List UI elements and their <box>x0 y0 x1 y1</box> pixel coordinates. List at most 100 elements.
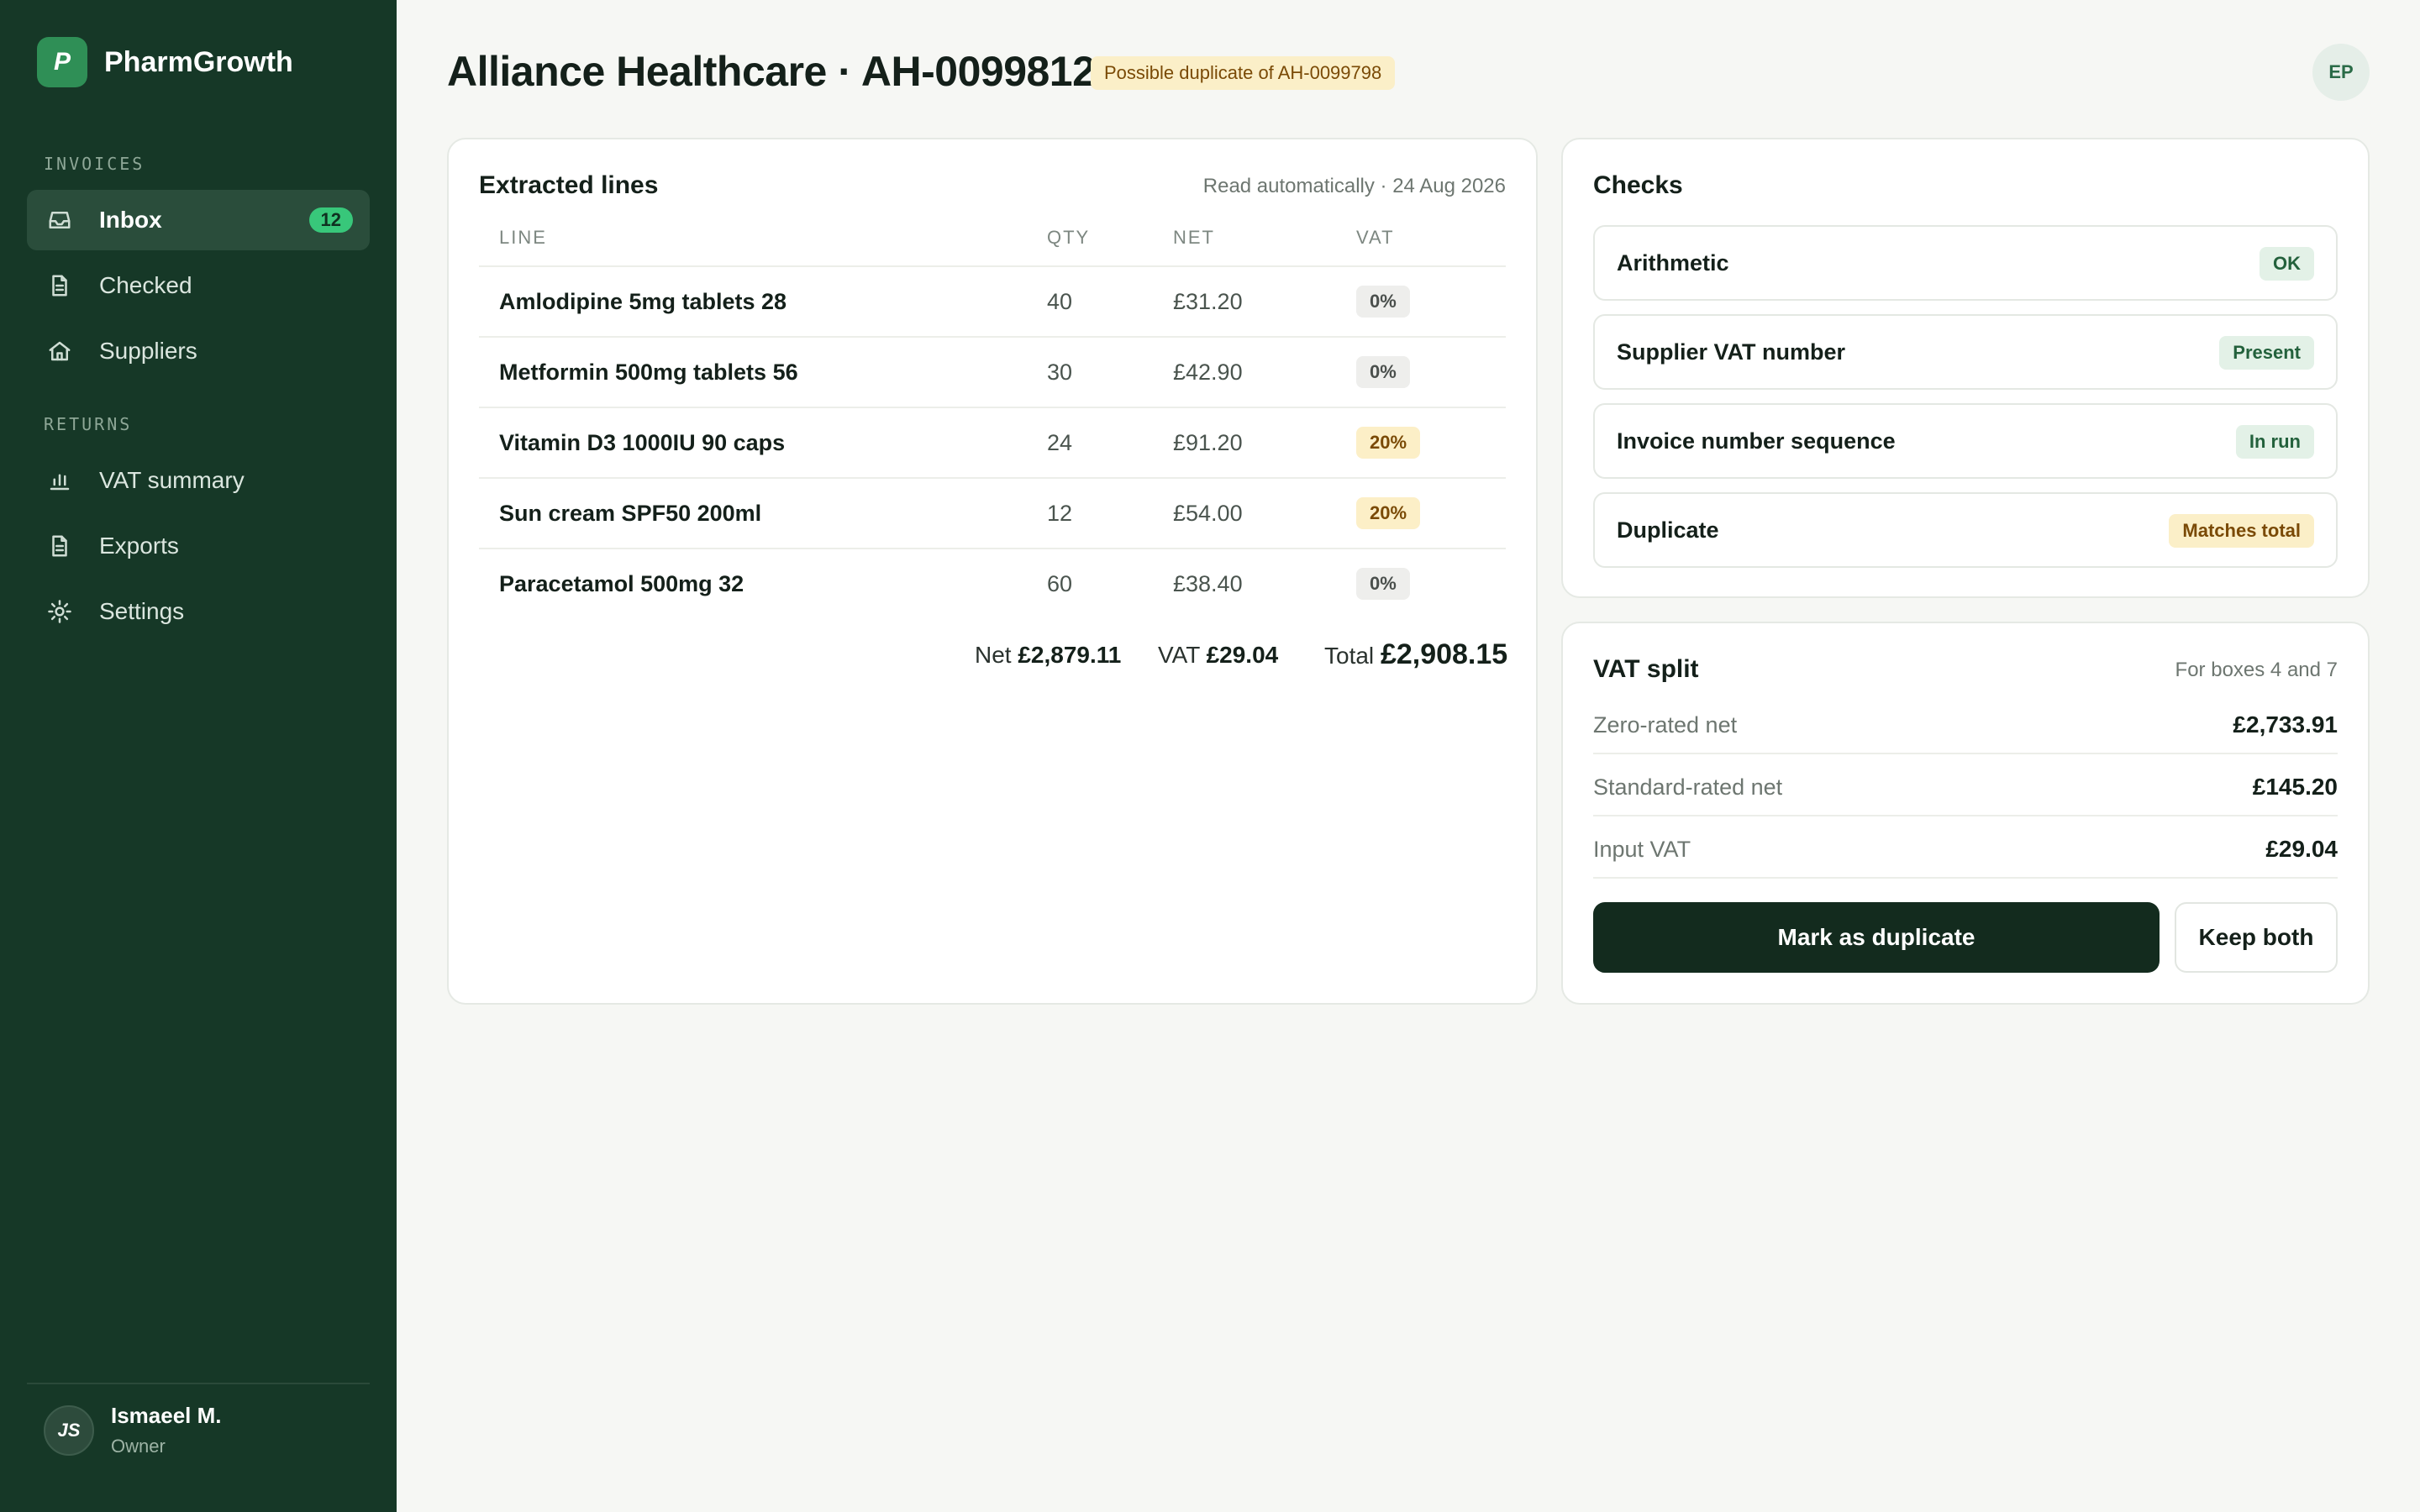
check-label: Supplier VAT number <box>1617 339 1846 365</box>
duplicate-warning-badge[interactable]: Possible duplicate of AH-0099798 <box>1091 56 1396 90</box>
sidebar-item-label: Inbox <box>99 207 162 233</box>
line-description: Sun cream SPF50 200ml <box>499 500 762 526</box>
line-description: Vitamin D3 1000IU 90 caps <box>499 429 786 455</box>
document-icon <box>45 271 74 300</box>
avatar[interactable]: EP <box>2312 44 2370 101</box>
vat-split-row: Zero-rated net £2,733.91 <box>1593 694 2338 756</box>
vat-rate-badge: 0% <box>1356 286 1410 318</box>
avatar: JS <box>44 1404 94 1456</box>
vat-split-row: Input VAT £29.04 <box>1593 818 2338 880</box>
sidebar-item-label: Exports <box>99 533 179 559</box>
inbox-count-badge: 12 <box>308 207 353 233</box>
table-row[interactable]: Sun cream SPF50 200ml 12 £54.00 20% <box>479 477 1506 548</box>
status-badge: Matches total <box>2169 514 2314 548</box>
line-qty: 30 <box>1047 359 1073 385</box>
vat-rate-badge: 0% <box>1356 356 1410 388</box>
line-qty: 24 <box>1047 429 1073 455</box>
brand[interactable]: P PharmGrowth <box>37 37 293 87</box>
user-name: Ismaeel M. <box>111 1403 222 1428</box>
sidebar-item-label: VAT summary <box>99 467 245 493</box>
vat-split-value: £29.04 <box>2265 836 2338 862</box>
user-role: Owner <box>111 1436 166 1457</box>
sidebar-item-label: Suppliers <box>99 338 197 364</box>
sidebar-item-vat-summary[interactable]: VAT summary <box>27 450 370 511</box>
line-qty: 40 <box>1047 288 1073 314</box>
column-header-vat: VAT <box>1356 227 1395 248</box>
check-duplicate[interactable]: Duplicate Matches total <box>1593 492 2338 568</box>
keep-both-button[interactable]: Keep both <box>2175 902 2338 973</box>
net-total: Net £2,879.11 <box>975 642 1121 669</box>
grand-total: Total £2,908.15 <box>1324 638 1507 671</box>
check-supplier-vat-number[interactable]: Supplier VAT number Present <box>1593 314 2338 390</box>
sidebar-divider <box>27 1383 370 1384</box>
brand-name: PharmGrowth <box>104 45 293 78</box>
table-row[interactable]: Paracetamol 500mg 32 60 £38.40 0% <box>479 548 1506 618</box>
sidebar: P PharmGrowth INVOICES Inbox 12 Checked … <box>0 0 397 1512</box>
check-arithmetic[interactable]: Arithmetic OK <box>1593 225 2338 301</box>
line-qty: 12 <box>1047 500 1073 526</box>
net-total-value: £2,879.11 <box>1018 642 1122 668</box>
check-label: Arithmetic <box>1617 249 1729 276</box>
sidebar-item-label: Checked <box>99 272 192 298</box>
line-net: £91.20 <box>1173 429 1243 455</box>
card-title: VAT split <box>1593 655 1699 683</box>
vat-split-label: Standard-rated net <box>1593 774 1783 800</box>
table-row[interactable]: Amlodipine 5mg tablets 28 40 £31.20 0% <box>479 265 1506 336</box>
column-header-qty: QTY <box>1047 227 1091 248</box>
section-label-invoices: INVOICES <box>44 154 145 174</box>
sidebar-item-settings[interactable]: Settings <box>27 581 370 642</box>
card-title: Extracted lines <box>479 171 659 199</box>
column-header-net: NET <box>1173 227 1215 248</box>
status-badge: In run <box>2235 425 2314 459</box>
divider <box>1593 815 2338 816</box>
line-qty: 60 <box>1047 570 1073 596</box>
table-row[interactable]: Vitamin D3 1000IU 90 caps 24 £91.20 20% <box>479 407 1506 477</box>
sidebar-item-label: Settings <box>99 598 185 624</box>
mark-as-duplicate-button[interactable]: Mark as duplicate <box>1593 902 2160 973</box>
read-automatically-meta: Read automatically · 24 Aug 2026 <box>1202 175 1506 197</box>
inbox-icon <box>45 206 74 234</box>
sidebar-item-checked[interactable]: Checked <box>27 255 370 316</box>
divider <box>1593 753 2338 754</box>
status-badge: Present <box>2219 336 2314 370</box>
column-header-line: LINE <box>499 227 547 248</box>
vat-total-value: £29.04 <box>1206 642 1279 668</box>
line-description: Amlodipine 5mg tablets 28 <box>499 288 787 314</box>
grand-total-label: Total <box>1324 643 1375 669</box>
vat-total-label: VAT <box>1158 642 1200 668</box>
section-label-returns: RETURNS <box>44 414 133 434</box>
document-icon <box>45 532 74 560</box>
line-net: £31.20 <box>1173 288 1243 314</box>
vat-split-value: £2,733.91 <box>2233 711 2338 738</box>
line-net: £54.00 <box>1173 500 1243 526</box>
table-row[interactable]: Metformin 500mg tablets 56 30 £42.90 0% <box>479 336 1506 407</box>
page-title: Alliance Healthcare · AH-0099812 <box>447 48 1096 95</box>
net-total-label: Net <box>975 642 1012 668</box>
line-net: £42.90 <box>1173 359 1243 385</box>
vat-rate-badge: 20% <box>1356 497 1421 529</box>
divider <box>1593 877 2338 879</box>
home-icon <box>45 337 74 365</box>
line-description: Paracetamol 500mg 32 <box>499 570 744 596</box>
check-label: Invoice number sequence <box>1617 428 1896 454</box>
vat-rate-badge: 20% <box>1356 427 1421 459</box>
status-badge: OK <box>2260 247 2314 281</box>
brand-logo: P <box>37 37 87 87</box>
check-label: Duplicate <box>1617 517 1719 543</box>
vat-rate-badge: 0% <box>1356 568 1410 600</box>
sidebar-item-inbox[interactable]: Inbox 12 <box>27 190 370 250</box>
sidebar-item-suppliers[interactable]: Suppliers <box>27 321 370 381</box>
vat-split-row: Standard-rated net £145.20 <box>1593 756 2338 818</box>
bar-chart-icon <box>45 466 74 495</box>
line-description: Metformin 500mg tablets 56 <box>499 359 798 385</box>
check-invoice-number-sequence[interactable]: Invoice number sequence In run <box>1593 403 2338 479</box>
sidebar-item-exports[interactable]: Exports <box>27 516 370 576</box>
line-net: £38.40 <box>1173 570 1243 596</box>
grand-total-value: £2,908.15 <box>1380 638 1508 670</box>
vat-split-value: £145.20 <box>2252 774 2338 800</box>
card-title: Checks <box>1593 171 1683 199</box>
vat-total: VAT £29.04 <box>1158 642 1278 669</box>
vat-split-label: Zero-rated net <box>1593 711 1738 738</box>
vat-split-label: Input VAT <box>1593 836 1691 862</box>
user-profile[interactable]: JS Ismaeel M. Owner <box>44 1403 222 1457</box>
